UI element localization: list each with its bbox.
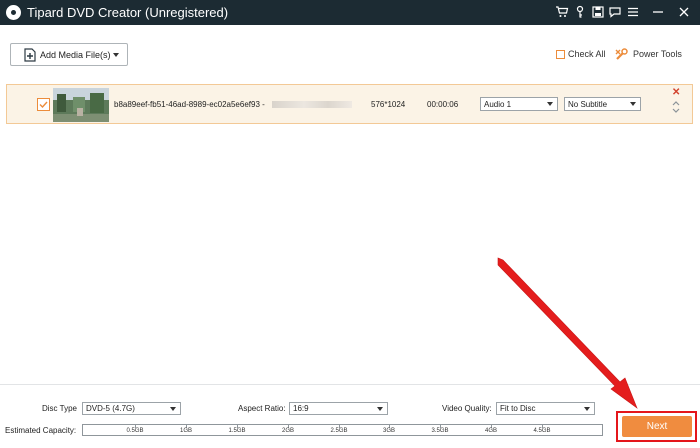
capacity-tick-label: 1.5GB <box>228 428 246 434</box>
estimated-capacity-label: Estimated Capacity: <box>5 426 77 435</box>
media-list-item[interactable]: b8a89eef-fb51-46ad-8989-ec02a5e6ef93 - 5… <box>6 84 693 124</box>
capacity-tick-label: 3GB <box>382 428 396 434</box>
disc-type-select[interactable]: DVD-5 (4.7G) <box>82 402 181 415</box>
save-icon[interactable] <box>591 5 605 19</box>
chevron-down-icon <box>170 407 176 411</box>
aspect-ratio-select[interactable]: 16:9 <box>289 402 388 415</box>
resolution: 576*1024 <box>371 100 406 109</box>
window-title: Tipard DVD Creator (Unregistered) <box>27 5 229 20</box>
chevron-down-icon <box>547 102 553 106</box>
chevron-down-icon <box>584 407 590 411</box>
chevron-down-icon <box>377 407 383 411</box>
chevron-down-icon <box>630 102 636 106</box>
capacity-tick-label: 0.5GB <box>126 428 144 434</box>
video-quality-label: Video Quality: <box>442 404 492 413</box>
settings-panel <box>0 384 700 448</box>
aspect-ratio-value: 16:9 <box>293 404 309 413</box>
toolbar: Add Media File(s) Check All Power Tools <box>0 25 700 83</box>
close-icon[interactable] <box>677 5 691 19</box>
add-file-icon <box>24 48 36 62</box>
subtitle-select[interactable]: No Subtitle <box>564 97 641 111</box>
redacted-filename <box>272 101 352 108</box>
power-tools-label: Power Tools <box>633 49 682 59</box>
menu-icon[interactable] <box>626 5 640 19</box>
duration: 00:00:06 <box>427 100 459 109</box>
capacity-tick-label: 1GB <box>179 428 193 434</box>
video-quality-select[interactable]: Fit to Disc <box>496 402 595 415</box>
video-thumbnail[interactable] <box>53 88 109 122</box>
reorder-icon[interactable] <box>671 99 681 115</box>
minimize-icon[interactable] <box>651 5 665 19</box>
next-button[interactable]: Next <box>622 416 692 437</box>
aspect-ratio-label: Aspect Ratio: <box>238 404 286 413</box>
key-icon[interactable] <box>573 5 587 19</box>
chevron-down-icon[interactable] <box>113 53 119 57</box>
file-name: b8a89eef-fb51-46ad-8989-ec02a5e6ef93 - <box>114 100 265 109</box>
capacity-tick-label: 4GB <box>484 428 498 434</box>
disc-type-value: DVD-5 (4.7G) <box>86 404 135 413</box>
subtitle-value: No Subtitle <box>568 100 608 109</box>
capacity-tick-label: 2.5GB <box>330 428 348 434</box>
audio-track-select[interactable]: Audio 1 <box>480 97 558 111</box>
item-checkbox[interactable] <box>37 98 50 111</box>
capacity-tick-label: 4.5GB <box>533 428 551 434</box>
add-media-button[interactable]: Add Media File(s) <box>10 43 128 66</box>
check-all-box[interactable] <box>556 50 565 59</box>
capacity-tick-label: 2GB <box>281 428 295 434</box>
cart-icon[interactable] <box>555 5 569 19</box>
add-media-label: Add Media File(s) <box>40 50 111 60</box>
remove-item-icon[interactable]: ✕ <box>672 88 680 98</box>
title-bar: Tipard DVD Creator (Unregistered) <box>0 0 700 25</box>
app-window: Tipard DVD Creator (Unregistered) Add Me… <box>0 0 700 448</box>
disc-type-label: Disc Type <box>42 404 77 413</box>
chat-icon[interactable] <box>608 5 622 19</box>
app-logo-icon <box>6 5 21 20</box>
check-all-label: Check All <box>568 49 606 59</box>
video-quality-value: Fit to Disc <box>500 404 536 413</box>
capacity-tick-label: 3.5GB <box>431 428 449 434</box>
wrench-icon <box>614 47 629 62</box>
capacity-bar: 0.5GB 1GB 1.5GB 2GB 2.5GB 3GB 3.5GB 4GB … <box>82 424 603 436</box>
audio-track-value: Audio 1 <box>484 100 512 109</box>
